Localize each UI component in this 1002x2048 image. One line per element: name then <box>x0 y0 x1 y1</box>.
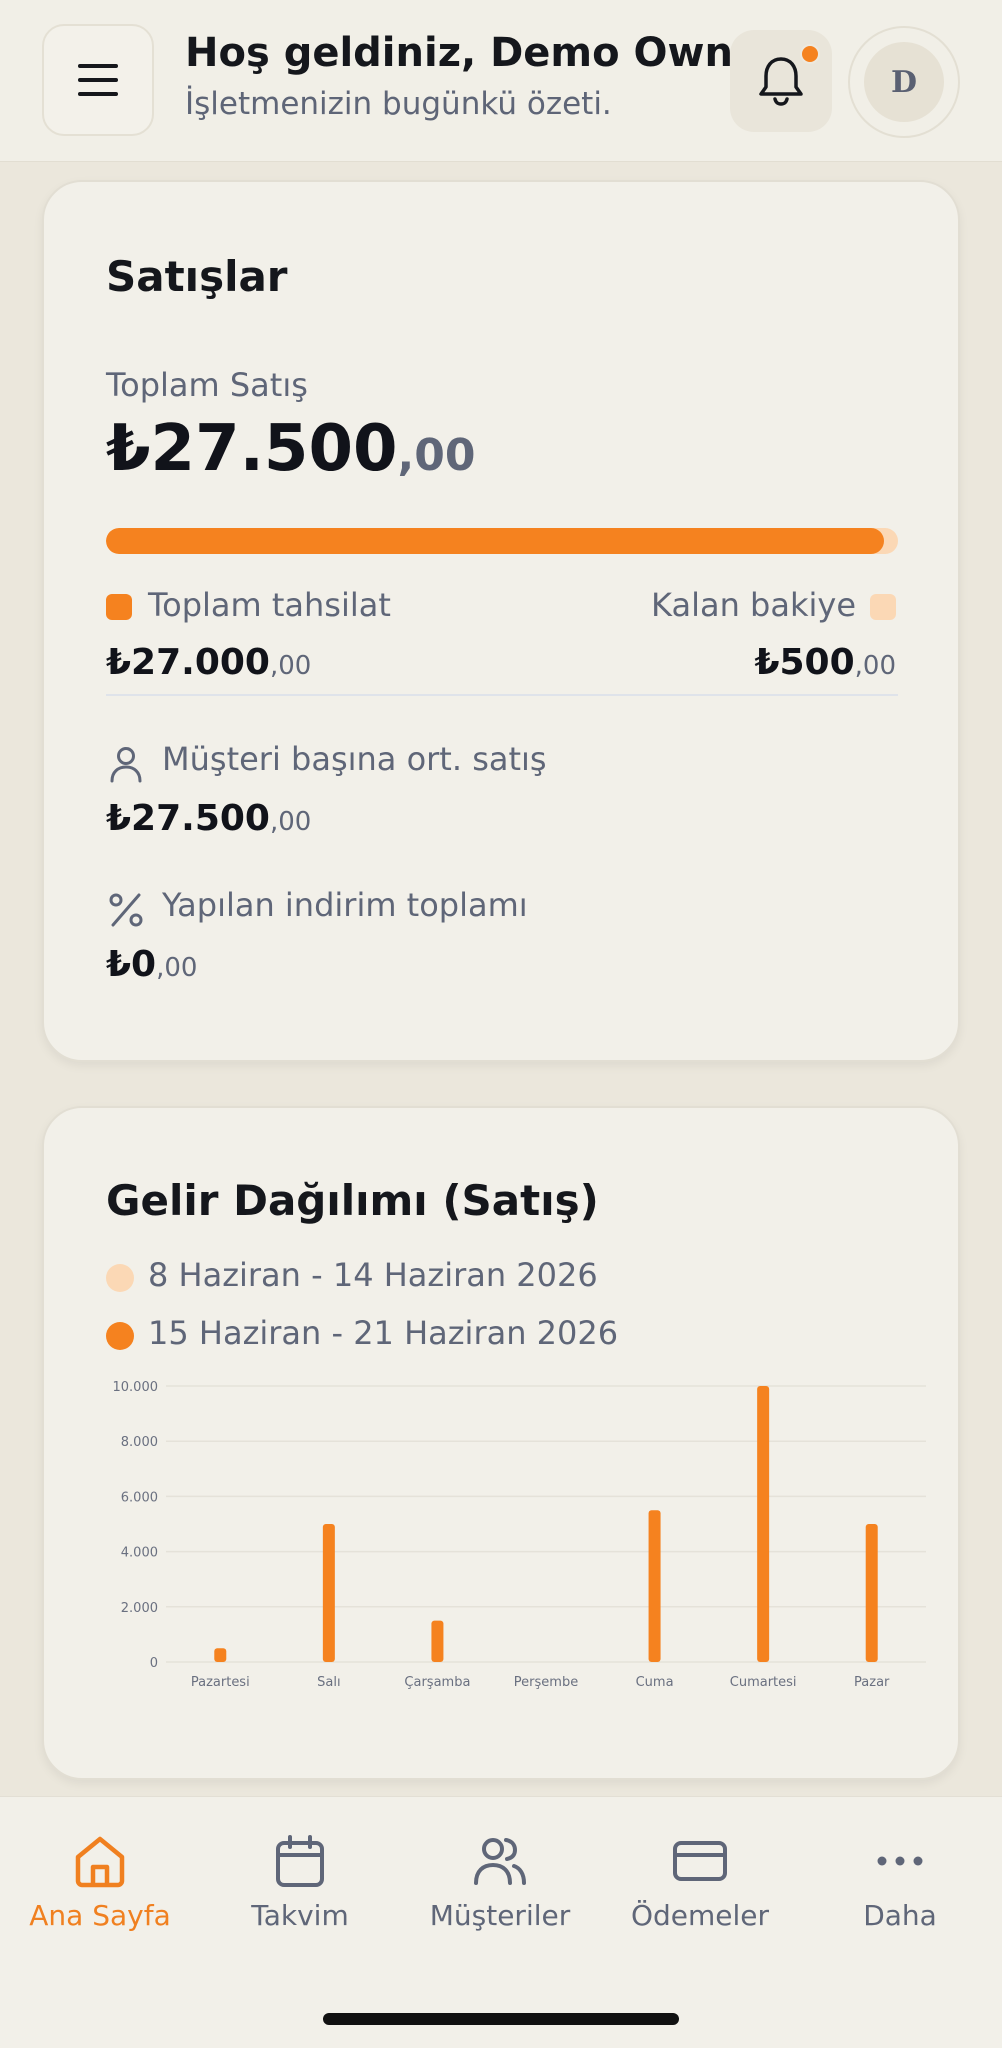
avg-sales-amount: ₺27.500,00 <box>106 798 311 839</box>
bar-Pazartesi[interactable] <box>214 1648 227 1662</box>
x-tick-label: Çarşamba <box>404 1675 470 1690</box>
nav-home[interactable]: Ana Sayfa <box>0 1833 200 1953</box>
collection-progress-fill <box>106 528 884 554</box>
user-icon <box>110 747 142 783</box>
avg-sales-decimal: ,00 <box>269 807 312 837</box>
y-tick-label: 6.000 <box>121 1490 158 1505</box>
collected-legend-swatch <box>106 594 132 620</box>
x-tick-label: Salı <box>317 1675 340 1690</box>
bar-Salı[interactable] <box>322 1524 335 1662</box>
more-icon <box>877 1856 923 1866</box>
nav-payments-label: Ödemeler <box>630 1899 770 1932</box>
credit-card-icon <box>673 1841 727 1881</box>
y-tick-label: 8.000 <box>121 1435 158 1450</box>
total-sales-main: ₺27.500 <box>106 412 398 486</box>
avatar-initial: D <box>864 42 944 122</box>
remaining-decimal: ,00 <box>854 651 896 681</box>
y-tick-label: 10.000 <box>113 1380 159 1395</box>
bottom-navigation: Ana Sayfa Takvim Müşteriler Ödemeler Dah… <box>0 1796 1002 2048</box>
income-distribution-card: Gelir Dağılımı (Satış) 8 Haziran - 14 Ha… <box>42 1106 960 1780</box>
avg-sales-main: ₺27.500 <box>106 798 270 839</box>
collected-label: Toplam tahsilat <box>148 586 391 624</box>
nav-customers-label: Müşteriler <box>429 1899 571 1932</box>
remaining-main: ₺500 <box>754 642 855 683</box>
legend-prev-label: 8 Haziran - 14 Haziran 2026 <box>148 1256 598 1294</box>
app-header: Hoş geldiniz, Demo Owner İşletmenizin bu… <box>0 0 1002 162</box>
x-tick-label: Cumartesi <box>730 1675 797 1690</box>
greeting-subtitle: İşletmenizin bugünkü özeti. <box>185 86 612 122</box>
users-icon <box>474 1838 526 1885</box>
percent-icon <box>109 893 143 927</box>
x-tick-label: Pazar <box>854 1675 890 1690</box>
bar-Cuma[interactable] <box>648 1510 661 1662</box>
y-tick-label: 0 <box>150 1656 158 1671</box>
collected-decimal: ,00 <box>269 651 312 681</box>
home-indicator <box>323 2013 679 2025</box>
income-title: Gelir Dağılımı (Satış) <box>106 1176 599 1225</box>
nav-more[interactable]: Daha <box>800 1833 1000 1953</box>
greeting-title: Hoş geldiniz, Demo Owner <box>185 30 780 76</box>
nav-more-label: Daha <box>863 1899 937 1932</box>
remaining-legend-swatch <box>870 594 896 620</box>
discount-label: Yapılan indirim toplamı <box>162 886 528 924</box>
avg-sales-label: Müşteri başına ort. satış <box>162 740 547 778</box>
legend-curr-label: 15 Haziran - 21 Haziran 2026 <box>148 1314 619 1352</box>
notifications-button[interactable] <box>730 30 832 132</box>
discount-main: ₺0 <box>106 944 157 985</box>
total-sales-decimal: ,00 <box>397 430 476 481</box>
nav-payments[interactable]: Ödemeler <box>600 1833 800 1953</box>
legend-curr-dot <box>106 1322 134 1350</box>
bar-Cumartesi[interactable] <box>757 1386 770 1662</box>
notification-badge <box>800 44 820 64</box>
discount-amount: ₺0,00 <box>106 944 197 985</box>
hamburger-menu-icon <box>78 64 118 96</box>
collection-progress-bar <box>106 528 898 554</box>
y-tick-label: 4.000 <box>121 1546 158 1561</box>
remaining-amount: ₺500,00 <box>754 642 896 683</box>
nav-calendar[interactable]: Takvim <box>200 1833 400 1953</box>
nav-customers[interactable]: Müşteriler <box>400 1833 600 1953</box>
avatar[interactable]: D <box>848 26 960 138</box>
nav-calendar-label: Takvim <box>251 1899 349 1932</box>
total-sales-label: Toplam Satış <box>106 366 308 404</box>
x-tick-label: Cuma <box>636 1675 674 1690</box>
x-tick-label: Perşembe <box>514 1675 578 1690</box>
divider <box>106 694 898 696</box>
sales-card: Satışlar Toplam Satış ₺27.500,00 Toplam … <box>42 180 960 1062</box>
legend-prev-dot <box>106 1264 134 1292</box>
y-tick-label: 2.000 <box>121 1601 158 1616</box>
total-sales-amount: ₺27.500,00 <box>106 412 475 486</box>
bell-icon <box>759 57 803 106</box>
income-bar-chart: 0 2.000 4.000 6.000 8.000 10.000 Pazartesi Salı… <box>113 1380 926 1690</box>
home-icon <box>75 1836 125 1888</box>
collected-main: ₺27.000 <box>106 642 270 683</box>
collected-amount: ₺27.000,00 <box>106 642 311 683</box>
menu-button[interactable] <box>42 24 154 136</box>
sales-title: Satışlar <box>106 252 288 301</box>
bar-Çarşamba[interactable] <box>431 1620 444 1662</box>
nav-home-label: Ana Sayfa <box>29 1899 171 1932</box>
x-tick-label: Pazartesi <box>191 1675 250 1690</box>
calendar-icon <box>276 1835 324 1887</box>
bar-Pazar[interactable] <box>865 1524 878 1662</box>
remaining-label: Kalan bakiye <box>651 586 856 624</box>
discount-decimal: ,00 <box>156 953 198 983</box>
